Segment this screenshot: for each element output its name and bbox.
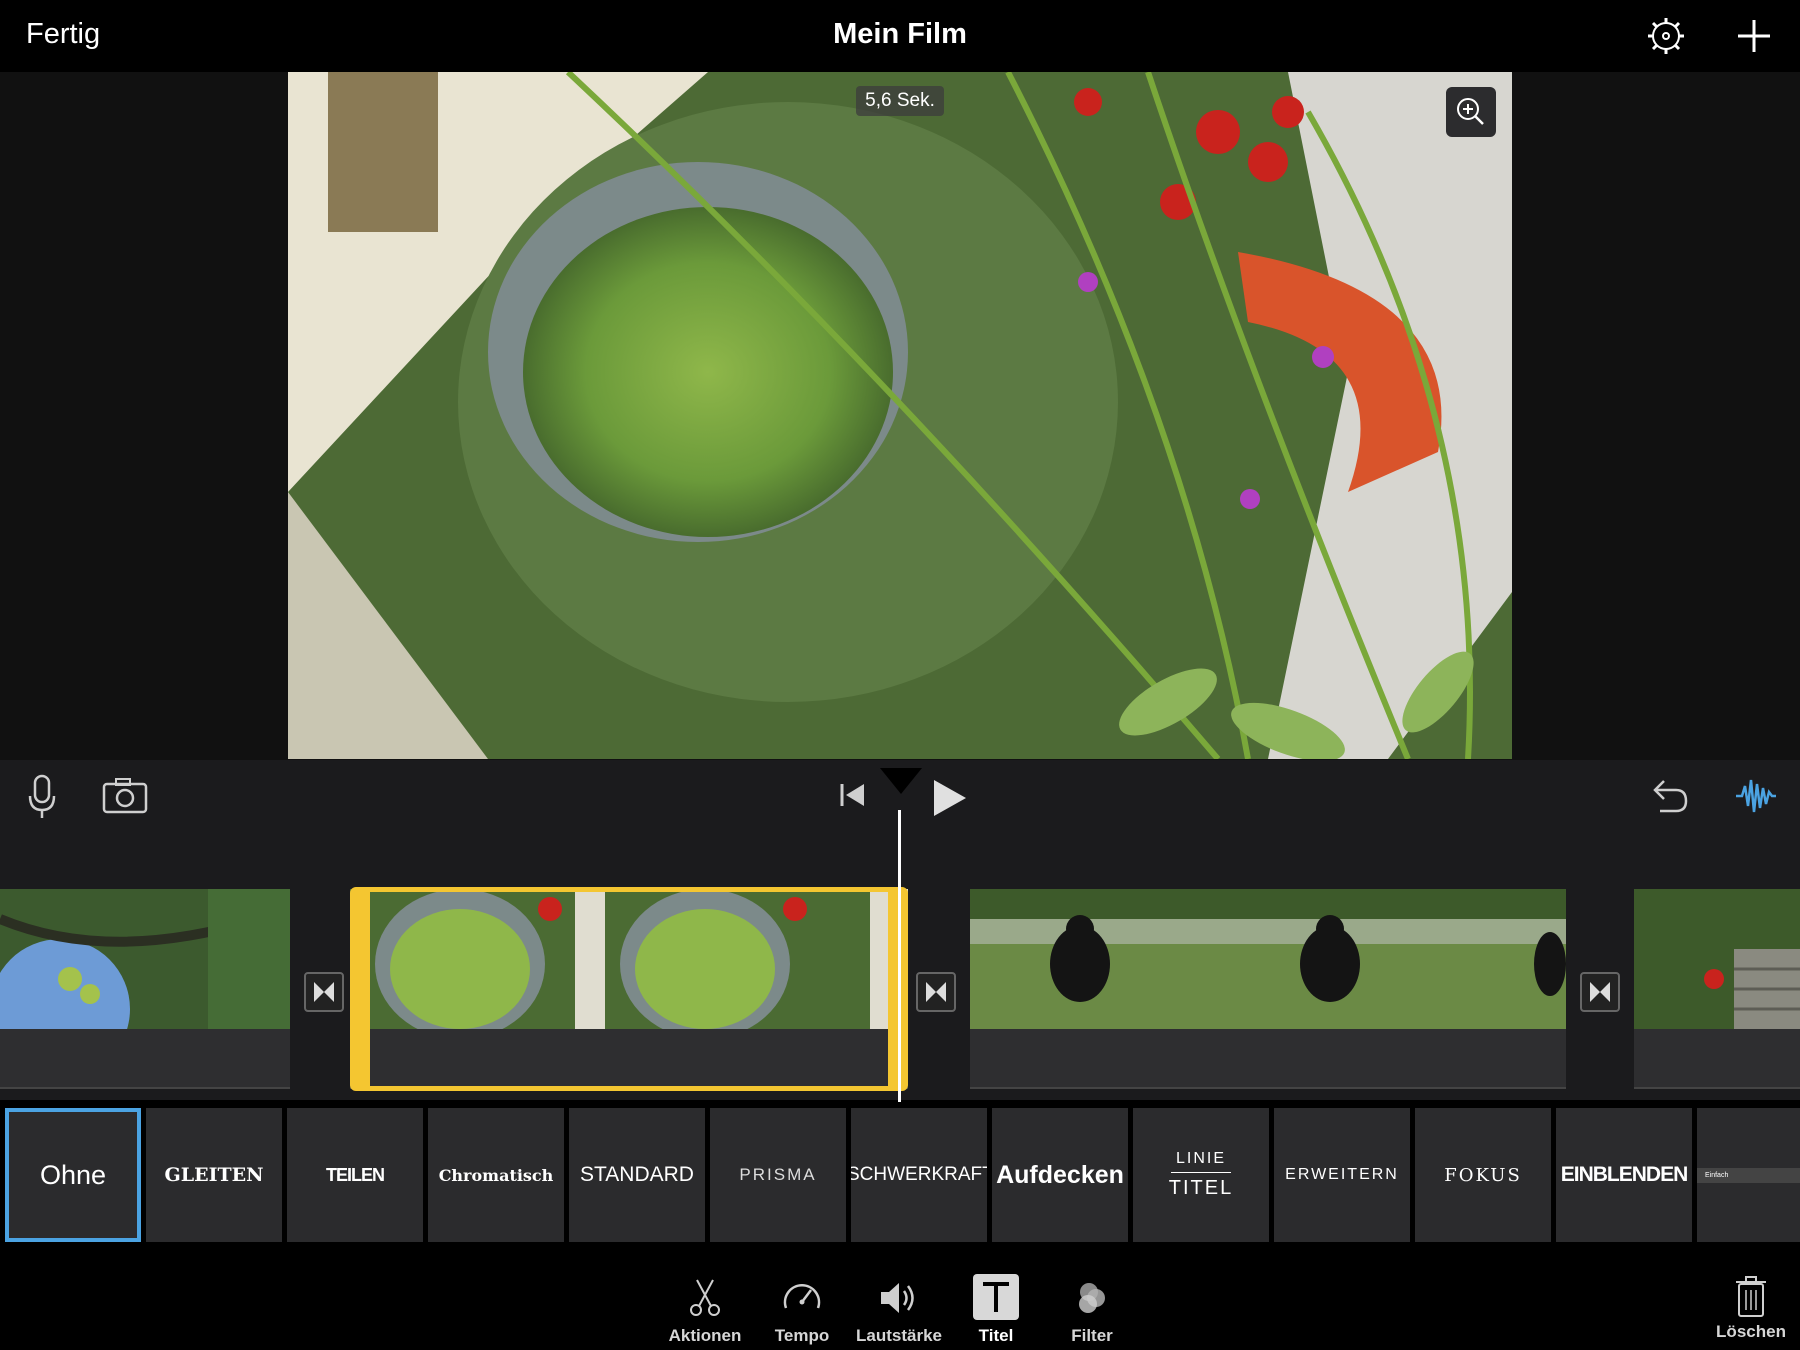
- clip-audio-track: [350, 1029, 908, 1089]
- title-style-label: LINIE: [1175, 1150, 1226, 1167]
- title-style-label: TEILEN: [325, 1164, 385, 1185]
- title-style-label: Aufdecken: [996, 1160, 1124, 1189]
- delete-label: Löschen: [1716, 1322, 1786, 1341]
- title-style-label: ERWEITERN: [1285, 1166, 1399, 1183]
- zoom-in-icon[interactable]: [1446, 87, 1496, 137]
- volume-label: Lautstärke: [856, 1326, 942, 1345]
- transition-button[interactable]: [1580, 972, 1620, 1012]
- clip-audio-track: [970, 1029, 1566, 1089]
- clip-thumbnail: [1634, 889, 1800, 1029]
- clip-stairs[interactable]: [1634, 889, 1800, 1089]
- camera-icon[interactable]: [100, 774, 150, 818]
- scissors-icon: [690, 1279, 720, 1316]
- skip-to-start-icon[interactable]: [836, 780, 870, 810]
- filters-tool-button[interactable]: Filter: [1037, 1276, 1147, 1346]
- speaker-icon: [881, 1283, 914, 1313]
- clip-audio-track: [1634, 1029, 1800, 1089]
- title-style-standard[interactable]: STANDARD: [569, 1108, 705, 1242]
- settings-gear-icon[interactable]: [1646, 16, 1686, 56]
- title-style-label: STANDARD: [580, 1163, 694, 1186]
- titles-tool-button[interactable]: Titel: [941, 1274, 1051, 1346]
- title-style-prisma[interactable]: PRISMA: [710, 1108, 846, 1242]
- speedometer-icon: [783, 1284, 821, 1309]
- undo-icon[interactable]: [1646, 776, 1690, 816]
- clip-tree[interactable]: [0, 889, 290, 1089]
- clip-dog[interactable]: [970, 889, 1566, 1089]
- top-bar: [0, 0, 1800, 72]
- clip-succulents-selected[interactable]: [350, 889, 908, 1089]
- title-style-fokus[interactable]: FOKUS: [1415, 1108, 1551, 1242]
- title-style-label: Chromatisch: [438, 1165, 554, 1185]
- transition-button[interactable]: [916, 972, 956, 1012]
- title-style-label: GLEITEN: [164, 1164, 264, 1186]
- delete-tool-button[interactable]: Löschen: [1705, 1276, 1797, 1346]
- clip-thumbnail: [0, 889, 290, 1029]
- actions-tool-button[interactable]: Aktionen: [650, 1276, 760, 1346]
- title-style-none[interactable]: Ohne: [5, 1108, 141, 1242]
- microphone-icon[interactable]: [22, 772, 62, 822]
- title-style-label: Ohne: [39, 1159, 107, 1190]
- title-style-linie-titel[interactable]: LINIE TITEL: [1133, 1108, 1269, 1242]
- playhead-marker: [880, 768, 922, 794]
- titles-label: Titel: [978, 1326, 1014, 1345]
- title-t-icon: [973, 1274, 1019, 1320]
- clip-thumbnail: [350, 889, 908, 1029]
- duration-badge: 5,6 Sek.: [856, 86, 944, 116]
- title-style-label: EINBLENDEN: [1560, 1163, 1689, 1186]
- play-icon[interactable]: [930, 778, 970, 818]
- playhead[interactable]: [898, 810, 901, 1102]
- speed-tool-button[interactable]: Tempo: [747, 1276, 857, 1346]
- title-style-einblenden[interactable]: EINBLENDEN: [1556, 1108, 1692, 1242]
- title-style-chromatisch[interactable]: Chromatisch: [428, 1108, 564, 1242]
- title-style-schwerkraft[interactable]: SCHWERKRAFT: [851, 1108, 987, 1242]
- title-style-label: SCHWERKRAFT: [851, 1164, 987, 1185]
- done-button[interactable]: Fertig: [26, 18, 100, 51]
- title-style-teilen[interactable]: TEILEN: [287, 1108, 423, 1242]
- speed-label: Tempo: [774, 1326, 830, 1345]
- title-style-einfach[interactable]: Einfach: [1697, 1108, 1800, 1242]
- volume-tool-button[interactable]: Lautstärke: [844, 1276, 954, 1346]
- video-preview[interactable]: [288, 72, 1512, 759]
- audio-waveform-icon[interactable]: [1734, 776, 1778, 816]
- title-style-aufdecken[interactable]: Aufdecken: [992, 1108, 1128, 1242]
- actions-label: Aktionen: [668, 1326, 742, 1345]
- clip-thumbnail: [970, 889, 1566, 1029]
- title-style-label: TITEL: [1168, 1177, 1234, 1199]
- transition-button[interactable]: [304, 972, 344, 1012]
- title-style-erweitern[interactable]: ERWEITERN: [1274, 1108, 1410, 1242]
- title-style-label: Einfach: [1697, 1167, 1800, 1183]
- title-style-label: FOKUS: [1444, 1164, 1522, 1186]
- title-style-gleiten[interactable]: GLEITEN: [146, 1108, 282, 1242]
- filter-circles-icon: [1079, 1283, 1105, 1313]
- clip-audio-track: [0, 1029, 290, 1089]
- filters-label: Filter: [1071, 1326, 1113, 1345]
- add-plus-icon[interactable]: [1734, 16, 1774, 56]
- title-style-divider: [1171, 1172, 1231, 1173]
- trash-icon: [1736, 1276, 1766, 1317]
- title-style-label: PRISMA: [739, 1165, 817, 1184]
